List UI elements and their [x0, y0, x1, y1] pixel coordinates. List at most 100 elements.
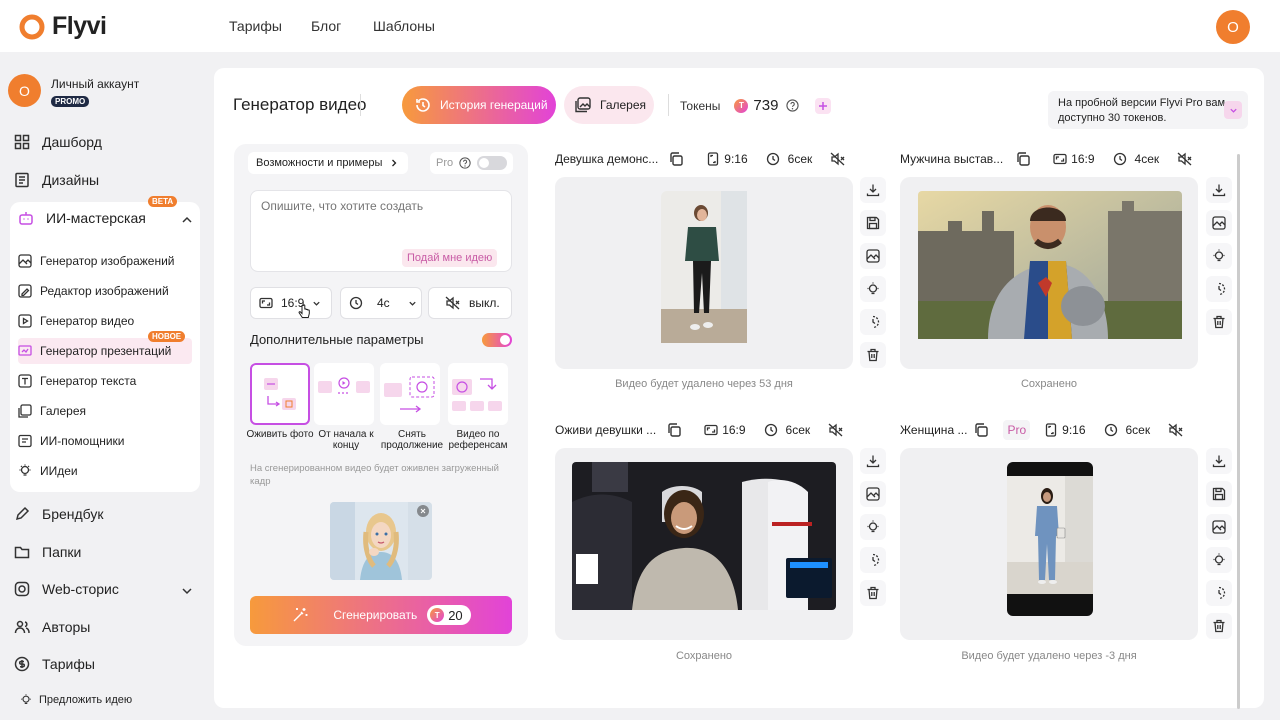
idea-button[interactable]: Подай мне идею — [402, 249, 498, 267]
sidebar-subitem-video-generator[interactable]: Генератор видео — [18, 311, 134, 331]
aspect-select[interactable]: 16:9 — [250, 287, 332, 319]
regenerate-button[interactable] — [860, 309, 886, 335]
remove-thumbnail-button[interactable] — [417, 505, 429, 517]
sound-off-icon — [1177, 152, 1192, 166]
video-card[interactable] — [900, 448, 1198, 640]
magic-wand-icon — [293, 608, 308, 622]
account-block[interactable]: O Личный аккаунт PROMO — [8, 74, 139, 109]
uploaded-frame-thumbnail[interactable] — [330, 502, 432, 580]
suggest-idea-link[interactable]: Предложить идею — [20, 694, 132, 706]
sidebar-item-web-stories[interactable]: Web-сторис — [14, 581, 119, 597]
nav-templates[interactable]: Шаблоны — [373, 18, 435, 34]
sound-toggle[interactable]: выкл. — [428, 287, 512, 319]
nav-blog[interactable]: Блог — [311, 18, 341, 34]
top-bar: Flyvi Тарифы Блог Шаблоны O — [0, 0, 1280, 52]
subitem-label: Генератор презентаций — [40, 344, 172, 358]
sound-value: выкл. — [469, 296, 500, 310]
copy-icon[interactable] — [973, 422, 989, 438]
sidebar-item-brandbook[interactable]: Брендбук — [14, 506, 104, 522]
chevron-up-icon[interactable] — [181, 214, 193, 226]
delete-button[interactable] — [860, 342, 886, 368]
video-card[interactable] — [555, 448, 853, 640]
mode-start-to-end[interactable] — [314, 363, 374, 425]
sidebar-subitem-ideas[interactable]: ИИдеи — [18, 461, 78, 481]
sidebar-item-ai-workshop[interactable]: ИИ-мастерская — [18, 210, 146, 226]
help-icon[interactable] — [459, 157, 471, 169]
pro-toggle[interactable] — [477, 156, 508, 170]
mode-reference-video[interactable] — [448, 363, 508, 425]
download-button[interactable] — [860, 177, 886, 203]
add-tokens-button[interactable] — [815, 97, 832, 114]
delete-button[interactable] — [860, 580, 886, 606]
regenerate-button[interactable] — [1206, 276, 1232, 302]
idea-button[interactable] — [1206, 547, 1232, 573]
regenerate-button[interactable] — [860, 547, 886, 573]
nav-tariffs[interactable]: Тарифы — [229, 18, 282, 34]
dollar-icon — [14, 656, 30, 672]
tokens-value: 739 — [753, 97, 779, 114]
delete-button[interactable] — [1206, 613, 1232, 639]
sound-off-icon — [445, 296, 460, 310]
token-icon: T — [430, 608, 445, 622]
copy-icon[interactable] — [1015, 151, 1031, 167]
pro-chip: Pro — [1003, 420, 1031, 440]
help-icon[interactable] — [786, 99, 800, 112]
sidebar-item-authors[interactable]: Авторы — [14, 619, 90, 635]
reference-icon — [452, 378, 502, 411]
card-duration: 6сек — [787, 152, 813, 166]
sidebar-subitem-image-editor[interactable]: Редактор изображений — [18, 281, 169, 301]
to-gallery-button[interactable] — [860, 243, 886, 269]
video-card[interactable] — [555, 177, 853, 369]
history-button[interactable]: История генераций — [402, 86, 556, 124]
regenerate-button[interactable] — [1206, 580, 1232, 606]
duration-select[interactable]: 4с — [340, 287, 422, 319]
idea-button[interactable] — [1206, 243, 1232, 269]
video-card[interactable] — [900, 177, 1198, 369]
suggest-idea-label: Предложить идею — [39, 694, 133, 706]
sidebar-subitem-image-generator[interactable]: Генератор изображений — [18, 251, 175, 271]
tokens-label: Токены — [680, 98, 721, 113]
duration-chip: 6сек — [762, 149, 817, 169]
trial-dropdown-button[interactable] — [1224, 101, 1242, 119]
bulb-icon — [21, 694, 31, 704]
save-button[interactable] — [860, 210, 886, 236]
chevron-down-icon[interactable] — [181, 585, 193, 597]
sidebar-item-tariffs[interactable]: Тарифы — [14, 656, 95, 672]
copy-icon[interactable] — [668, 151, 684, 167]
sidebar-subitem-gallery[interactable]: Галерея — [18, 401, 86, 421]
grid-icon — [14, 134, 30, 150]
mode-animate-photo[interactable] — [250, 363, 310, 425]
card-aspect: 9:16 — [724, 152, 748, 166]
robot-icon — [19, 212, 33, 225]
gallery-button[interactable]: Галерея — [564, 86, 654, 124]
logo[interactable]: Flyvi — [18, 12, 107, 41]
image-icon — [1212, 520, 1226, 534]
sidebar-subitem-presentation-generator[interactable]: Генератор презентаций — [18, 341, 171, 361]
copy-icon[interactable] — [666, 422, 682, 438]
sidebar-item-folders[interactable]: Папки — [14, 544, 81, 560]
download-button[interactable] — [1206, 177, 1232, 203]
presentation-icon — [18, 345, 32, 356]
scrollbar[interactable] — [1237, 154, 1240, 709]
to-gallery-button[interactable] — [860, 481, 886, 507]
mode-continue[interactable] — [380, 363, 440, 425]
to-gallery-button[interactable] — [1206, 210, 1232, 236]
save-button[interactable] — [1206, 481, 1232, 507]
text-icon — [18, 374, 32, 388]
trial-notice: На пробной версии Flyvi Pro вам доступно… — [1048, 91, 1248, 129]
download-button[interactable] — [1206, 448, 1232, 474]
additional-params-toggle[interactable] — [482, 333, 512, 347]
to-gallery-button[interactable] — [1206, 514, 1232, 540]
sidebar-subitem-ai-assistants[interactable]: ИИ-помощники — [18, 431, 125, 451]
delete-button[interactable] — [1206, 309, 1232, 335]
sidebar-subitem-text-generator[interactable]: Генератор текста — [18, 371, 136, 391]
download-icon — [1212, 184, 1226, 197]
sidebar-item-dashboard[interactable]: Дашборд — [14, 134, 102, 150]
download-button[interactable] — [860, 448, 886, 474]
sidebar-item-designs[interactable]: Дизайны — [14, 172, 99, 188]
generate-button[interactable]: Сгенерировать T 20 — [250, 596, 512, 634]
possibilities-link[interactable]: Возможности и примеры — [248, 152, 409, 174]
idea-button[interactable] — [860, 276, 886, 302]
idea-button[interactable] — [860, 514, 886, 540]
user-avatar[interactable]: O — [1216, 10, 1250, 44]
